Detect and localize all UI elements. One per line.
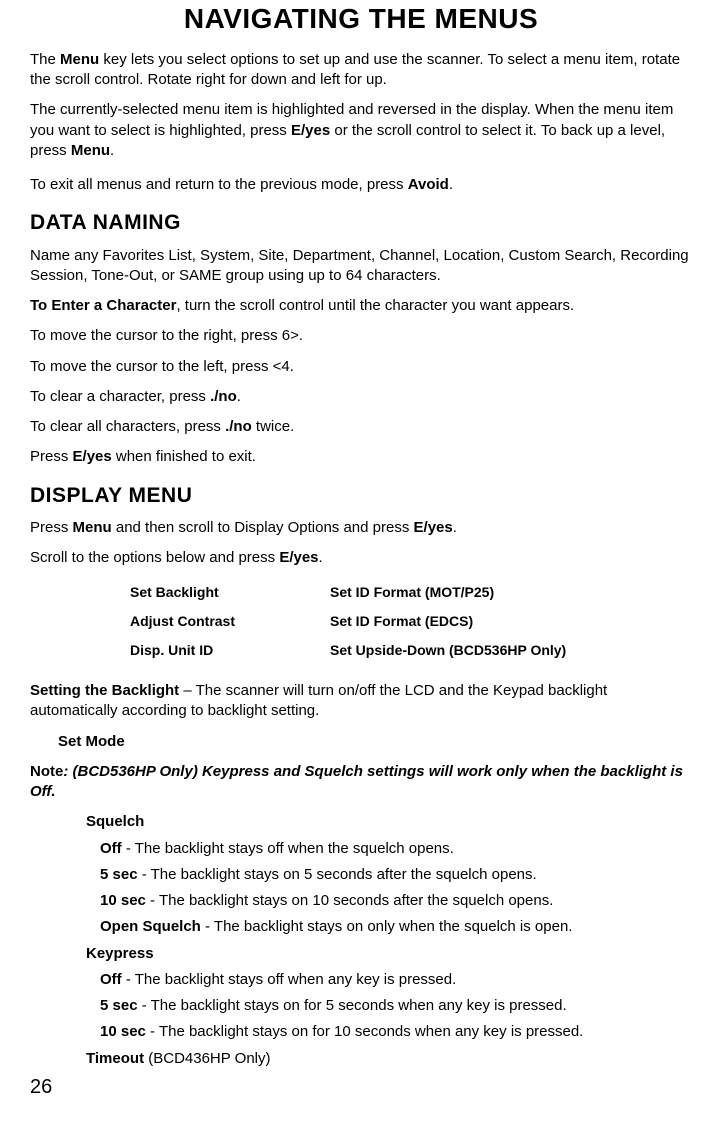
options-col-right: Set ID Format (MOT/P25) Set ID Format (E… bbox=[330, 578, 566, 665]
timeout-note: (BCD436HP Only) bbox=[144, 1050, 270, 1067]
opt-desc: - The backlight stays on for 10 seconds … bbox=[146, 1023, 583, 1040]
e-yes-key: E/yes bbox=[73, 448, 112, 465]
options-col-left: Set Backlight Adjust Contrast Disp. Unit… bbox=[130, 578, 330, 665]
text: . bbox=[453, 519, 457, 536]
timeout-label: Timeout (BCD436HP Only) bbox=[86, 1049, 692, 1069]
text: To exit all menus and return to the prev… bbox=[30, 176, 408, 193]
intro-paragraph-1: The Menu key lets you select options to … bbox=[30, 50, 692, 91]
squelch-label: Squelch bbox=[86, 812, 692, 832]
opt-name: 10 sec bbox=[100, 1023, 146, 1040]
opt-desc: - The backlight stays on for 5 seconds w… bbox=[138, 997, 567, 1014]
note: Note: (BCD536HP Only) Keypress and Squel… bbox=[30, 762, 692, 803]
text: Scroll to the options below and press bbox=[30, 549, 279, 566]
squelch-5sec: 5 sec - The backlight stays on 5 seconds… bbox=[100, 865, 692, 885]
menu-key: Menu bbox=[60, 51, 99, 68]
option-item: Set Upside-Down (BCD536HP Only) bbox=[330, 641, 566, 660]
section-data-naming: DATA NAMING bbox=[30, 209, 692, 237]
set-mode-label: Set Mode bbox=[58, 732, 692, 752]
page-number: 26 bbox=[30, 1074, 52, 1101]
enter-character-label: To Enter a Character bbox=[30, 297, 176, 314]
text: when finished to exit. bbox=[112, 448, 256, 465]
dn-p4: To move the cursor to the left, press <4… bbox=[30, 357, 692, 377]
opt-name: 5 sec bbox=[100, 997, 138, 1014]
section-display-menu: DISPLAY MENU bbox=[30, 482, 692, 510]
opt-desc: - The backlight stays on only when the s… bbox=[201, 918, 573, 935]
option-item: Set Backlight bbox=[130, 583, 330, 602]
option-item: Set ID Format (MOT/P25) bbox=[330, 583, 566, 602]
e-yes-key: E/yes bbox=[279, 549, 318, 566]
keypress-5sec: 5 sec - The backlight stays on for 5 sec… bbox=[100, 996, 692, 1016]
opt-name: Off bbox=[100, 840, 122, 857]
dn-p6: To clear all characters, press ./no twic… bbox=[30, 417, 692, 437]
text: . bbox=[110, 142, 114, 159]
dm-p1: Press Menu and then scroll to Display Op… bbox=[30, 518, 692, 538]
keypress-label: Keypress bbox=[86, 944, 692, 964]
no-key: ./no bbox=[225, 418, 252, 435]
text: . bbox=[237, 388, 241, 405]
dn-p2: To Enter a Character, turn the scroll co… bbox=[30, 296, 692, 316]
text: . bbox=[449, 176, 453, 193]
squelch-open: Open Squelch - The backlight stays on on… bbox=[100, 917, 692, 937]
e-yes-key: E/yes bbox=[414, 519, 453, 536]
dn-p7: Press E/yes when finished to exit. bbox=[30, 447, 692, 467]
opt-desc: - The backlight stays off when the squel… bbox=[122, 840, 454, 857]
note-text: : (BCD536HP Only) Keypress and Squelch s… bbox=[30, 763, 683, 800]
avoid-key: Avoid bbox=[408, 176, 449, 193]
display-options-table: Set Backlight Adjust Contrast Disp. Unit… bbox=[130, 578, 692, 665]
backlight-desc: Setting the Backlight – The scanner will… bbox=[30, 681, 692, 722]
text: Press bbox=[30, 519, 73, 536]
setting-backlight-label: Setting the Backlight bbox=[30, 682, 179, 699]
text: To clear all characters, press bbox=[30, 418, 225, 435]
opt-desc: - The backlight stays off when any key i… bbox=[122, 971, 457, 988]
no-key: ./no bbox=[210, 388, 237, 405]
opt-desc: - The backlight stays on 5 seconds after… bbox=[138, 866, 537, 883]
keypress-10sec: 10 sec - The backlight stays on for 10 s… bbox=[100, 1022, 692, 1042]
opt-name: Open Squelch bbox=[100, 918, 201, 935]
keypress-off: Off - The backlight stays off when any k… bbox=[100, 970, 692, 990]
squelch-10sec: 10 sec - The backlight stays on 10 secon… bbox=[100, 891, 692, 911]
text: twice. bbox=[252, 418, 295, 435]
option-item: Set ID Format (EDCS) bbox=[330, 612, 566, 631]
intro-paragraph-2: The currently-selected menu item is high… bbox=[30, 100, 692, 161]
opt-name: 10 sec bbox=[100, 892, 146, 909]
text: . bbox=[319, 549, 323, 566]
dn-p3: To move the cursor to the right, press 6… bbox=[30, 326, 692, 346]
text: Press bbox=[30, 448, 73, 465]
dn-p1: Name any Favorites List, System, Site, D… bbox=[30, 246, 692, 287]
note-label: Note bbox=[30, 763, 63, 780]
dn-p5: To clear a character, press ./no. bbox=[30, 387, 692, 407]
opt-name: Off bbox=[100, 971, 122, 988]
intro-paragraph-3: To exit all menus and return to the prev… bbox=[30, 175, 692, 195]
page-title: NAVIGATING THE MENUS bbox=[30, 0, 692, 38]
text: key lets you select options to set up an… bbox=[30, 51, 680, 88]
menu-key: Menu bbox=[71, 142, 110, 159]
text: and then scroll to Display Options and p… bbox=[112, 519, 414, 536]
timeout-name: Timeout bbox=[86, 1050, 144, 1067]
menu-key: Menu bbox=[73, 519, 112, 536]
text: The bbox=[30, 51, 60, 68]
text: , turn the scroll control until the char… bbox=[176, 297, 574, 314]
text: To clear a character, press bbox=[30, 388, 210, 405]
squelch-off: Off - The backlight stays off when the s… bbox=[100, 839, 692, 859]
option-item: Disp. Unit ID bbox=[130, 641, 330, 660]
opt-name: 5 sec bbox=[100, 866, 138, 883]
opt-desc: - The backlight stays on 10 seconds afte… bbox=[146, 892, 553, 909]
option-item: Adjust Contrast bbox=[130, 612, 330, 631]
dm-p2: Scroll to the options below and press E/… bbox=[30, 548, 692, 568]
e-yes-key: E/yes bbox=[291, 122, 330, 139]
